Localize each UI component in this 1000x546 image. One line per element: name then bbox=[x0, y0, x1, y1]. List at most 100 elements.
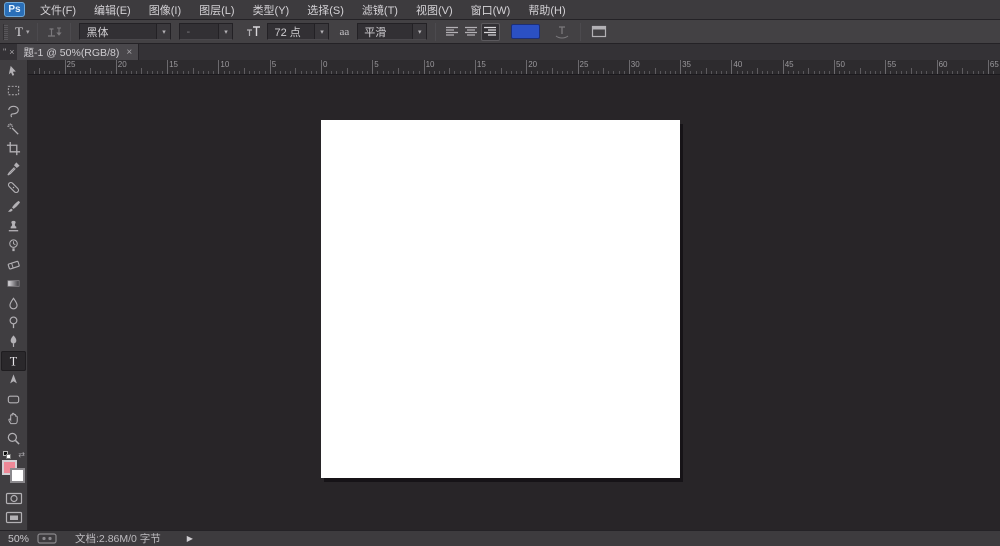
clone-stamp-tool[interactable] bbox=[0, 216, 27, 235]
eraser-tool[interactable] bbox=[0, 255, 27, 274]
ruler-tick bbox=[855, 71, 856, 74]
ruler-tick bbox=[911, 68, 912, 74]
close-icon[interactable]: × bbox=[126, 47, 132, 58]
ruler-tick bbox=[665, 71, 666, 74]
svg-text:T: T bbox=[10, 354, 18, 368]
menu-item[interactable]: 图像(I) bbox=[140, 0, 190, 20]
text-orientation-button[interactable] bbox=[42, 23, 66, 41]
ruler-label: 35 bbox=[682, 60, 691, 69]
ruler-tick bbox=[890, 71, 891, 74]
font-size-select[interactable]: 72 点 ▾ bbox=[267, 23, 329, 40]
lasso-tool[interactable] bbox=[0, 101, 27, 120]
swap-colors-icon[interactable]: ⇄ bbox=[18, 450, 25, 459]
ruler-tick bbox=[824, 71, 825, 74]
hand-tool[interactable] bbox=[0, 409, 27, 428]
ruler-tick bbox=[649, 71, 650, 74]
healing-brush-tool[interactable] bbox=[0, 178, 27, 197]
ruler-tick bbox=[183, 71, 184, 74]
brush-tool[interactable] bbox=[0, 197, 27, 216]
menu-item[interactable]: 滤镜(T) bbox=[353, 0, 407, 20]
menu-item[interactable]: 窗口(W) bbox=[462, 0, 520, 20]
eyedropper-tool[interactable] bbox=[0, 158, 27, 177]
ruler-tick bbox=[34, 71, 35, 74]
ruler-tick bbox=[301, 71, 302, 74]
path-selection-tool[interactable] bbox=[0, 371, 27, 390]
document-canvas[interactable] bbox=[321, 120, 680, 478]
blur-tool[interactable] bbox=[0, 294, 27, 313]
ruler-tick bbox=[808, 68, 809, 74]
font-family-select[interactable]: 黑体 ▾ bbox=[79, 23, 171, 40]
dodge-tool-icon bbox=[6, 315, 21, 330]
menu-item[interactable]: 选择(S) bbox=[298, 0, 353, 20]
menu-item[interactable]: 视图(V) bbox=[407, 0, 462, 20]
font-style-select[interactable]: - ▾ bbox=[179, 23, 233, 40]
zoom-level-field[interactable]: 50% bbox=[0, 533, 37, 545]
ruler-tick bbox=[434, 71, 435, 74]
ruler-tick bbox=[111, 71, 112, 74]
tool-preset-picker[interactable]: T ▾ bbox=[11, 22, 33, 42]
type-tool[interactable]: T bbox=[1, 351, 26, 370]
ruler-tick bbox=[116, 60, 117, 74]
document-size-info[interactable]: 文档:2.86M/0 字节 bbox=[75, 531, 161, 546]
zoom-tool[interactable] bbox=[0, 429, 27, 448]
font-family-value: 黑体 bbox=[80, 24, 156, 40]
ruler-tick bbox=[65, 60, 66, 74]
magic-wand-tool[interactable] bbox=[0, 120, 27, 139]
document-tab[interactable]: 题-1 @ 50%(RGB/8) × bbox=[17, 44, 139, 60]
menu-item[interactable]: 文件(F) bbox=[31, 0, 85, 20]
zoom-tool-icon bbox=[6, 431, 21, 446]
status-options-arrow-icon[interactable]: ▶ bbox=[187, 534, 193, 543]
ruler-tick bbox=[408, 71, 409, 74]
marquee-tool[interactable] bbox=[0, 81, 27, 100]
chevron-down-icon: ▾ bbox=[412, 24, 426, 39]
ruler-tick bbox=[957, 71, 958, 74]
pen-tool[interactable] bbox=[0, 332, 27, 351]
background-color-swatch[interactable] bbox=[10, 468, 25, 483]
align-center-button[interactable] bbox=[462, 23, 481, 41]
separator bbox=[37, 23, 38, 41]
history-brush-tool[interactable] bbox=[0, 236, 27, 255]
warp-text-button[interactable] bbox=[554, 25, 570, 39]
ruler-tick bbox=[926, 71, 927, 74]
crop-tool[interactable] bbox=[0, 139, 27, 158]
tab-overflow-fragment[interactable]: " × bbox=[0, 44, 17, 60]
anti-alias-select[interactable]: 平滑 ▾ bbox=[357, 23, 427, 40]
ruler-tick bbox=[229, 71, 230, 74]
ruler-tick bbox=[906, 71, 907, 74]
gradient-tool[interactable] bbox=[0, 274, 27, 293]
toggle-panels-button[interactable] bbox=[591, 25, 607, 38]
ruler-tick bbox=[619, 71, 620, 74]
text-color-swatch[interactable] bbox=[511, 24, 540, 39]
menu-item[interactable]: 编辑(E) bbox=[85, 0, 140, 20]
ruler-tick bbox=[875, 71, 876, 74]
ruler-tick bbox=[547, 71, 548, 74]
menu-item[interactable]: 帮助(H) bbox=[519, 0, 574, 20]
ruler-label: 20 bbox=[528, 60, 537, 69]
screen-mode-button[interactable] bbox=[0, 508, 27, 527]
ruler-tick bbox=[819, 71, 820, 74]
tab-fragment-close-icon[interactable]: × bbox=[9, 47, 14, 57]
dodge-tool[interactable] bbox=[0, 313, 27, 332]
ruler-tick bbox=[454, 71, 455, 74]
ruler-tick bbox=[675, 71, 676, 74]
align-left-button[interactable] bbox=[443, 23, 462, 41]
ruler-tick bbox=[393, 71, 394, 74]
ruler-tick bbox=[106, 71, 107, 74]
align-center-icon bbox=[465, 26, 478, 37]
align-right-button[interactable] bbox=[481, 23, 500, 41]
horizontal-ruler[interactable]: 25201510505101520253035404550556065 bbox=[28, 60, 1000, 75]
ruler-tick bbox=[721, 71, 722, 74]
menu-item[interactable]: 图层(L) bbox=[190, 0, 243, 20]
quick-mask-button[interactable] bbox=[0, 489, 27, 508]
move-tool[interactable] bbox=[0, 62, 27, 81]
ruler-tick bbox=[685, 71, 686, 74]
default-colors-icon[interactable] bbox=[3, 451, 12, 459]
menu-item[interactable]: 类型(Y) bbox=[244, 0, 299, 20]
shape-tool[interactable] bbox=[0, 390, 27, 409]
eyedropper-tool-icon bbox=[6, 161, 21, 176]
ruler-tick bbox=[947, 71, 948, 74]
color-wells: ⇄ bbox=[0, 451, 27, 489]
ruler-tick bbox=[152, 71, 153, 74]
ruler-tick bbox=[465, 71, 466, 74]
options-grip[interactable] bbox=[3, 24, 8, 40]
